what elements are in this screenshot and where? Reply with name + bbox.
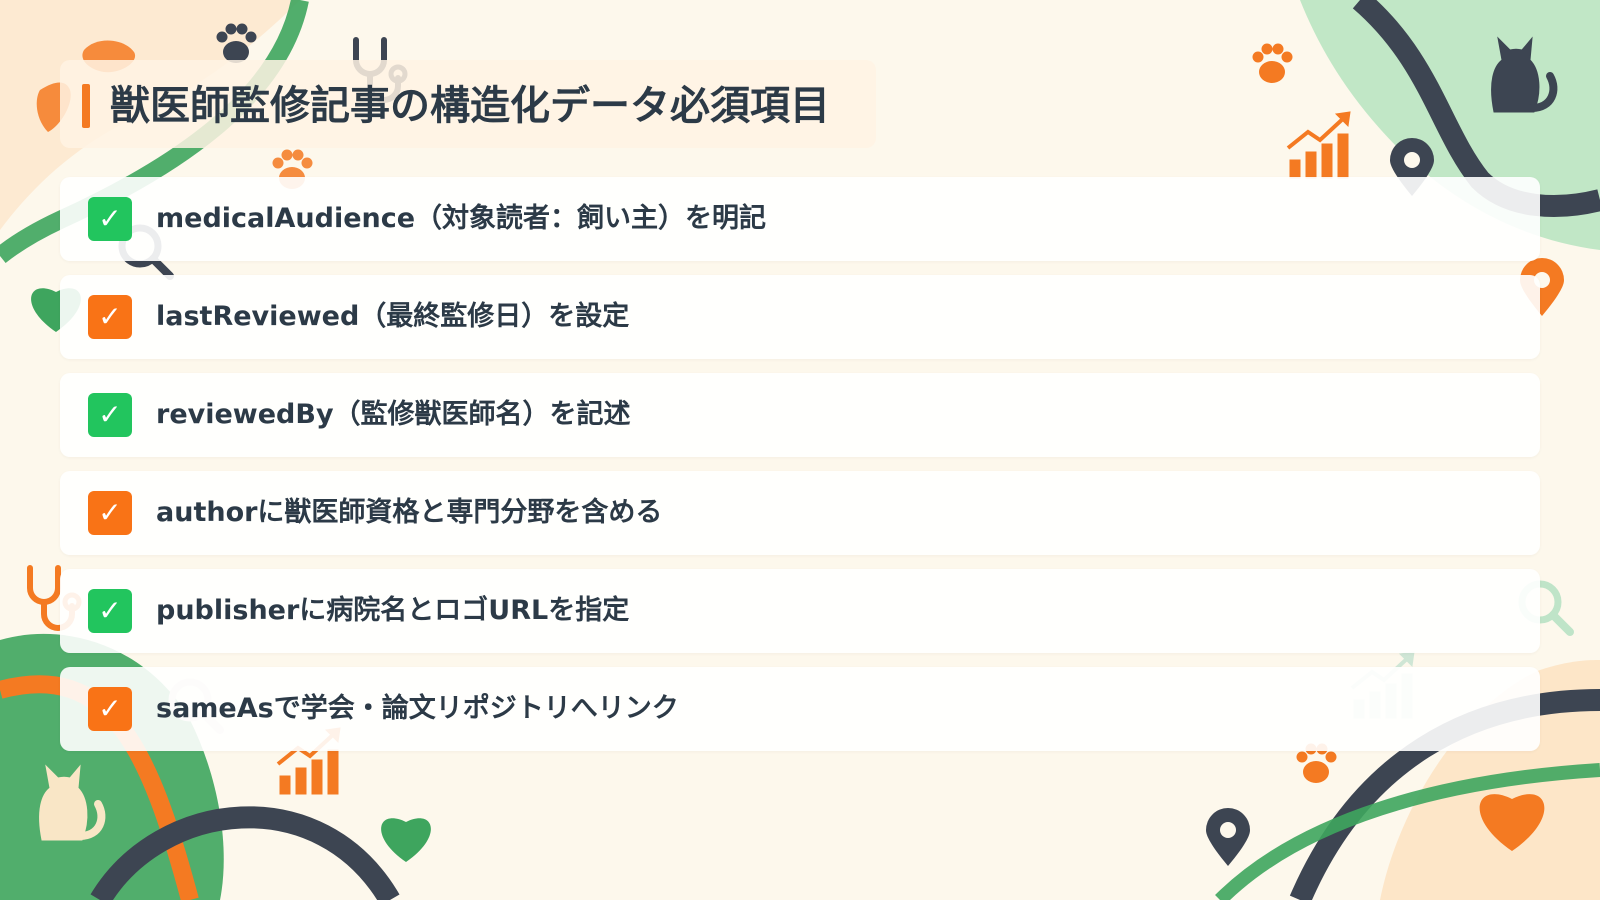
check-icon: ✓ — [88, 393, 132, 437]
checklist-item-label: authorに獣医師資格と専門分野を含める — [156, 497, 663, 528]
checklist: ✓ medicalAudience（対象読者：飼い主）を明記 ✓ lastRev… — [60, 177, 1540, 765]
check-icon: ✓ — [88, 589, 132, 633]
checklist-item-label: reviewedBy（監修獣医師名）を記述 — [156, 399, 631, 430]
checklist-item: ✓ medicalAudience（対象読者：飼い主）を明記 — [60, 177, 1540, 261]
check-icon: ✓ — [88, 491, 132, 535]
checklist-item-label: medicalAudience（対象読者：飼い主）を明記 — [156, 203, 767, 234]
checklist-item: ✓ lastReviewed（最終監修日）を設定 — [60, 275, 1540, 359]
checklist-item-label: lastReviewed（最終監修日）を設定 — [156, 301, 630, 332]
checklist-item-label: publisherに病院名とロゴURLを指定 — [156, 595, 630, 626]
checklist-item: ✓ reviewedBy（監修獣医師名）を記述 — [60, 373, 1540, 457]
checklist-item: ✓ authorに獣医師資格と専門分野を含める — [60, 471, 1540, 555]
page-title: 獣医師監修記事の構造化データ必須項目 — [110, 83, 830, 129]
checklist-item: ✓ sameAsで学会・論文リポジトリへリンク — [60, 667, 1540, 751]
checklist-item: ✓ publisherに病院名とロゴURLを指定 — [60, 569, 1540, 653]
checklist-item-label: sameAsで学会・論文リポジトリへリンク — [156, 693, 679, 724]
title-accent-bar — [82, 84, 90, 128]
check-icon: ✓ — [88, 197, 132, 241]
check-icon: ✓ — [88, 687, 132, 731]
title-card: 獣医師監修記事の構造化データ必須項目 — [60, 60, 876, 148]
check-icon: ✓ — [88, 295, 132, 339]
